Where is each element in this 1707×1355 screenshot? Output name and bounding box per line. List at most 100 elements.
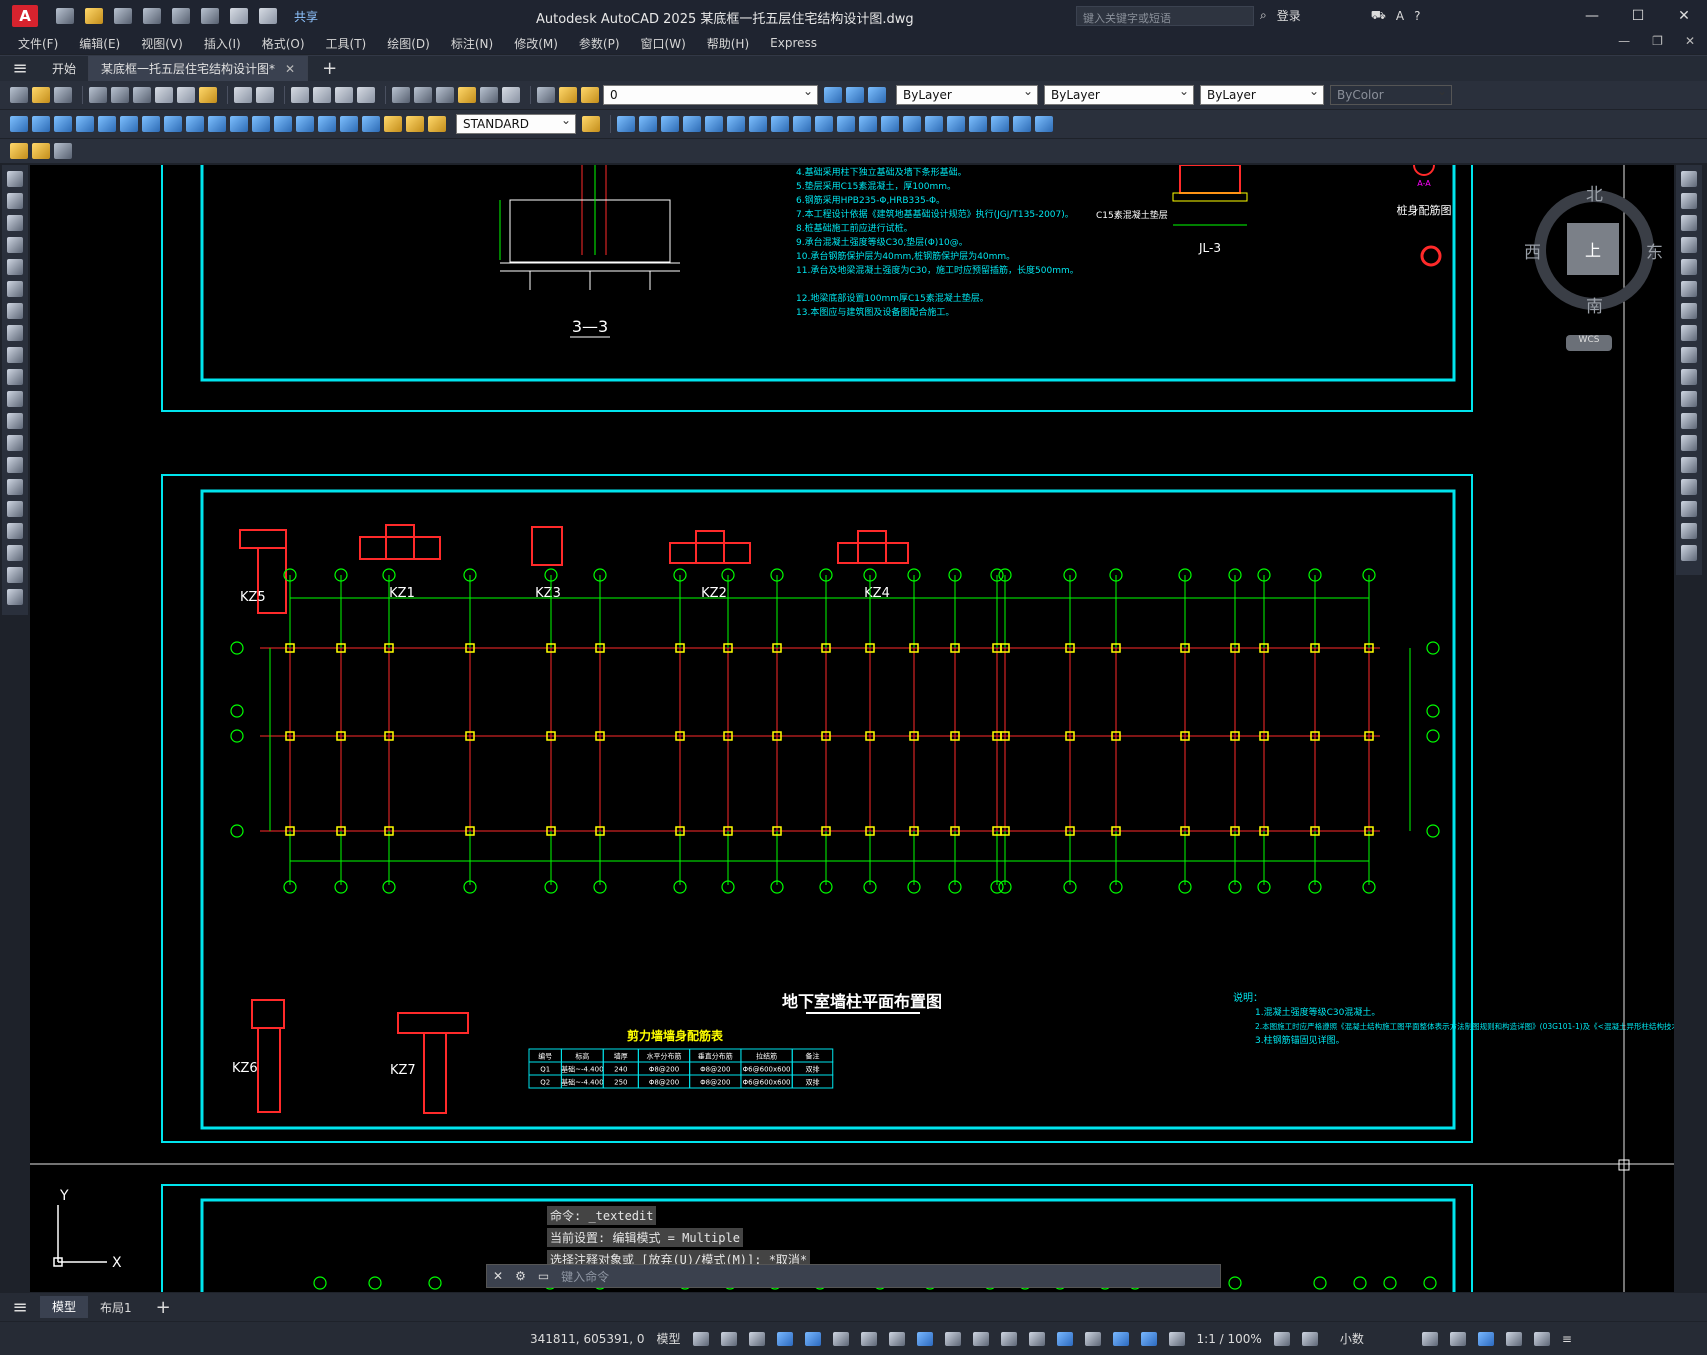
- layer-states-icon[interactable]: [868, 87, 886, 103]
- menu-help[interactable]: 帮助(H): [707, 35, 749, 52]
- union-icon[interactable]: [793, 116, 811, 132]
- break-icon[interactable]: [1681, 435, 1697, 451]
- save-icon[interactable]: [114, 8, 132, 24]
- trim-icon[interactable]: [1681, 369, 1697, 385]
- viewcube[interactable]: 上 北 南 西 东 WCS: [1524, 180, 1664, 351]
- maximize-button[interactable]: ☐: [1615, 4, 1661, 28]
- tab-model[interactable]: 模型: [40, 1296, 89, 1318]
- color-dropdown[interactable]: ByLayer: [896, 84, 1038, 105]
- tool-palettes-icon[interactable]: [436, 87, 454, 103]
- command-input[interactable]: 键入命令: [561, 1268, 609, 1285]
- mirror-icon[interactable]: [1681, 215, 1697, 231]
- 3d-mirror-icon[interactable]: [969, 116, 987, 132]
- doc-restore-button[interactable]: ❐: [1652, 34, 1663, 48]
- presspull-icon[interactable]: [771, 116, 789, 132]
- infer-constraints-icon[interactable]: [748, 1331, 765, 1346]
- dimension-text-edit-icon[interactable]: [406, 116, 424, 132]
- isodraft-icon[interactable]: [860, 1331, 877, 1346]
- publish-icon[interactable]: [133, 87, 151, 103]
- compass-south[interactable]: 南: [1586, 292, 1603, 317]
- grid-icon[interactable]: [692, 1331, 709, 1346]
- menu-dimension[interactable]: 标注(N): [451, 35, 493, 52]
- stretch-icon[interactable]: [1681, 347, 1697, 363]
- erase-icon[interactable]: [1681, 171, 1697, 187]
- dimension-edit-icon[interactable]: [384, 116, 402, 132]
- rectangle-icon[interactable]: [7, 259, 23, 275]
- angular-dimension-icon[interactable]: [164, 116, 182, 132]
- sweep-icon[interactable]: [727, 116, 745, 132]
- minimize-button[interactable]: —: [1569, 4, 1615, 28]
- arc-icon[interactable]: [7, 281, 23, 297]
- rotate-icon[interactable]: [1681, 303, 1697, 319]
- menu-draw[interactable]: 绘图(D): [387, 35, 430, 52]
- help-icon[interactable]: [502, 87, 520, 103]
- flatshot-icon[interactable]: [1035, 116, 1053, 132]
- jogged-linear-icon[interactable]: [362, 116, 380, 132]
- menu-parametric[interactable]: 参数(P): [579, 35, 620, 52]
- explode-icon[interactable]: [1681, 545, 1697, 561]
- dynamic-input-icon[interactable]: [776, 1331, 793, 1346]
- 3d-move-icon[interactable]: [903, 116, 921, 132]
- box-icon[interactable]: [617, 116, 635, 132]
- dimension-space-icon[interactable]: [252, 116, 270, 132]
- compass-west[interactable]: 西: [1524, 238, 1541, 263]
- object-snap-icon[interactable]: [916, 1331, 933, 1346]
- join-icon[interactable]: [1681, 457, 1697, 473]
- text-style-dropdown[interactable]: STANDARD: [456, 113, 576, 134]
- table-icon[interactable]: [7, 545, 23, 561]
- compass-east[interactable]: 东: [1646, 238, 1663, 263]
- customize-icon[interactable]: ⚙: [515, 1269, 526, 1283]
- construction-line-icon[interactable]: [7, 193, 23, 209]
- close-button[interactable]: ✕: [1661, 4, 1707, 28]
- baseline-dimension-icon[interactable]: [208, 116, 226, 132]
- saveas-icon[interactable]: [143, 8, 161, 24]
- menu-view[interactable]: 视图(V): [141, 35, 183, 52]
- quick-dimension-icon[interactable]: [186, 116, 204, 132]
- tab-start[interactable]: 开始: [40, 55, 90, 82]
- publish-icon[interactable]: [32, 143, 50, 159]
- login-button[interactable]: 登录: [1277, 7, 1301, 24]
- close-icon[interactable]: ✕: [285, 62, 295, 76]
- revision-cloud-icon[interactable]: [7, 325, 23, 341]
- new-icon[interactable]: [10, 87, 28, 103]
- intersect-icon[interactable]: [837, 116, 855, 132]
- coordinates-readout[interactable]: 341811, 605391, 0: [530, 1332, 645, 1346]
- redo-icon[interactable]: [256, 87, 274, 103]
- plot-icon[interactable]: [89, 87, 107, 103]
- linetype-dropdown[interactable]: ByLayer: [1044, 84, 1194, 105]
- auto-scale-icon[interactable]: [1168, 1331, 1185, 1346]
- center-mark-icon[interactable]: [318, 116, 336, 132]
- cart-icon[interactable]: ⛟: [1371, 8, 1386, 24]
- layer-on-icon[interactable]: [559, 87, 577, 103]
- extend-icon[interactable]: [1681, 391, 1697, 407]
- continue-dimension-icon[interactable]: [230, 116, 248, 132]
- menu-express[interactable]: Express: [770, 36, 817, 50]
- cylinder-icon[interactable]: [639, 116, 657, 132]
- model-space-button[interactable]: 模型: [657, 1330, 681, 1347]
- clean-screen-icon[interactable]: [1533, 1331, 1550, 1346]
- diameter-dimension-icon[interactable]: [142, 116, 160, 132]
- sketch-icon[interactable]: [10, 143, 28, 159]
- move-icon[interactable]: [1681, 281, 1697, 297]
- dimension-break-icon[interactable]: [274, 116, 292, 132]
- close-icon[interactable]: ✕: [493, 1269, 503, 1283]
- polygon-icon[interactable]: [7, 237, 23, 253]
- graphics-performance-icon[interactable]: [1505, 1331, 1522, 1346]
- wedge-icon[interactable]: [661, 116, 679, 132]
- scale-icon[interactable]: [1681, 325, 1697, 341]
- properties-icon[interactable]: [392, 87, 410, 103]
- undo-icon[interactable]: [234, 87, 252, 103]
- hatch-icon[interactable]: [7, 479, 23, 495]
- menu-window[interactable]: 窗口(W): [641, 35, 686, 52]
- tolerance-icon[interactable]: [296, 116, 314, 132]
- tab-layout1[interactable]: 布局1: [88, 1299, 144, 1316]
- fillet-icon[interactable]: [1681, 501, 1697, 517]
- make-block-icon[interactable]: [7, 435, 23, 451]
- selection-filter-icon[interactable]: [1084, 1331, 1101, 1346]
- autodesk-a360-icon[interactable]: A: [1396, 9, 1404, 23]
- menu-modify[interactable]: 修改(M): [514, 35, 558, 52]
- copy-icon[interactable]: [177, 87, 195, 103]
- open-icon[interactable]: [85, 8, 103, 24]
- 3d-array-icon[interactable]: [991, 116, 1009, 132]
- aligned-dimension-icon[interactable]: [32, 116, 50, 132]
